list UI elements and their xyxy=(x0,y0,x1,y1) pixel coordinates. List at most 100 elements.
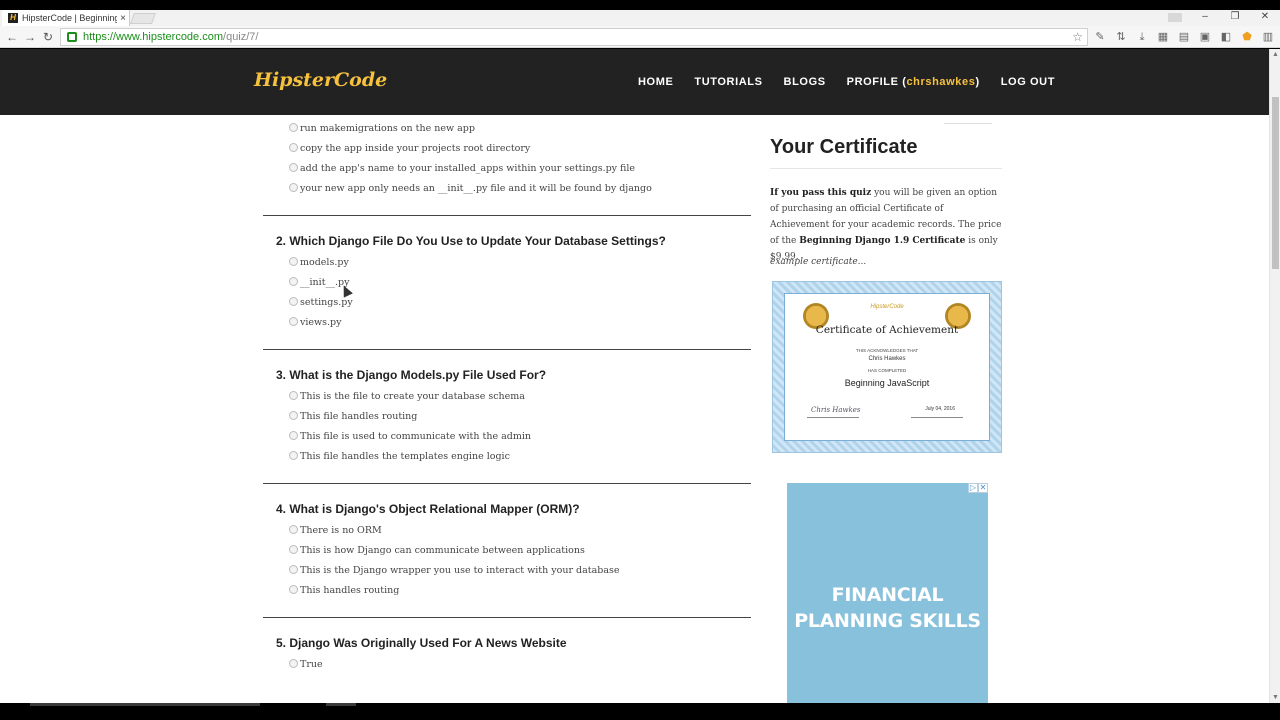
pen-icon[interactable]: ✎ xyxy=(1092,29,1108,45)
radio-button[interactable] xyxy=(289,297,298,306)
app-icon[interactable]: ◧ xyxy=(1218,29,1234,45)
radio-button[interactable] xyxy=(289,183,298,192)
back-icon[interactable]: ← xyxy=(4,29,20,45)
nav-tutorials[interactable]: TUTORIALS xyxy=(694,76,762,88)
radio-button[interactable] xyxy=(289,143,298,152)
tab-close-icon[interactable]: × xyxy=(117,13,129,24)
app-icon[interactable]: ▤ xyxy=(1176,29,1192,45)
quiz-option[interactable]: views.py xyxy=(263,314,751,334)
option-label: This file is used to communicate with th… xyxy=(300,431,532,442)
quiz-option[interactable]: This handles routing xyxy=(263,582,751,602)
ad-headline: FINANCIAL PLANNING SKILLS xyxy=(787,582,988,634)
certificate-inner: HipsterCode Certificate of Achievement T… xyxy=(784,293,990,441)
certificate-image: HipsterCode Certificate of Achievement T… xyxy=(772,281,1002,453)
scrollbar-thumb[interactable] xyxy=(1272,97,1279,269)
reload-icon[interactable]: ↻ xyxy=(40,29,56,45)
sidebar-divider xyxy=(770,168,1002,169)
pentagon-icon[interactable]: ⬟ xyxy=(1239,29,1255,45)
quiz-option[interactable]: True xyxy=(263,656,751,676)
bookmark-star-icon[interactable]: ☆ xyxy=(1072,30,1083,44)
radio-button[interactable] xyxy=(289,451,298,460)
scroll-up-icon[interactable]: ▲ xyxy=(1270,49,1280,60)
radio-button[interactable] xyxy=(289,545,298,554)
forward-icon[interactable]: → xyxy=(22,29,38,45)
nav-blogs[interactable]: BLOGS xyxy=(784,76,826,88)
advertisement[interactable]: ▷ ✕ FINANCIAL PLANNING SKILLS xyxy=(787,483,988,703)
quiz-option[interactable]: models.py xyxy=(263,254,751,274)
quiz-option[interactable]: This file handles routing xyxy=(263,408,751,428)
site-header: HipsterCode HOME TUTORIALS BLOGS PROFILE… xyxy=(0,49,1269,115)
quiz-option[interactable]: This is the Django wrapper you use to in… xyxy=(263,562,751,582)
signature-line xyxy=(807,417,859,418)
page-scrollbar[interactable]: ▲ ▼ xyxy=(1269,49,1280,703)
certificate-signature: Chris Hawkes xyxy=(811,406,861,414)
app-icon[interactable]: ▣ xyxy=(1197,29,1213,45)
ad-close-icon[interactable]: ✕ xyxy=(978,483,988,493)
date-line xyxy=(911,417,963,418)
radio-button[interactable] xyxy=(289,123,298,132)
window-controls: – ❐ ✕ xyxy=(1168,10,1280,26)
address-bar[interactable]: https://www.hipstercode.com /quiz/7/ ☆ xyxy=(60,28,1088,46)
quiz-option[interactable]: This is how Django can communicate betwe… xyxy=(263,542,751,562)
question-title: 4. What is Django's Object Relational Ma… xyxy=(276,502,580,516)
quiz-option[interactable]: run makemigrations on the new app xyxy=(263,120,751,140)
quiz-option[interactable]: settings.py xyxy=(263,294,751,314)
browser-tab[interactable]: H HipsterCode | Beginning × xyxy=(2,10,130,26)
browser-toolbar: ← → ↻ https://www.hipstercode.com /quiz/… xyxy=(0,26,1280,48)
ad-controls: ▷ ✕ xyxy=(968,483,988,493)
quiz-option[interactable]: __init__.py xyxy=(263,274,751,294)
nav-logout[interactable]: LOG OUT xyxy=(1001,76,1055,88)
certificate-course: Beginning JavaScript xyxy=(844,378,930,388)
minimize-icon[interactable]: – xyxy=(1190,10,1220,26)
quiz-option[interactable]: copy the app inside your projects root d… xyxy=(263,140,751,160)
radio-button[interactable] xyxy=(289,585,298,594)
app-icon[interactable]: ▦ xyxy=(1155,29,1171,45)
certificate-description: If you pass this quiz you will be given … xyxy=(770,185,1004,265)
restore-icon[interactable]: ❐ xyxy=(1220,10,1250,26)
description-bold-1: If you pass this quiz xyxy=(770,188,872,198)
radio-button[interactable] xyxy=(289,659,298,668)
radio-button[interactable] xyxy=(289,317,298,326)
close-window-icon[interactable]: ✕ xyxy=(1250,10,1280,26)
quiz-option[interactable]: There is no ORM xyxy=(263,522,751,542)
ad-line-2: PLANNING SKILLS xyxy=(794,610,981,632)
radio-button[interactable] xyxy=(289,565,298,574)
radio-button[interactable] xyxy=(289,411,298,420)
option-label: views.py xyxy=(300,317,342,328)
scroll-down-icon[interactable]: ▼ xyxy=(1270,692,1280,703)
profile-badge-icon[interactable] xyxy=(1168,13,1182,22)
option-label: This file handles routing xyxy=(300,411,418,422)
radio-button[interactable] xyxy=(289,277,298,286)
example-certificate-label: example certificate... xyxy=(770,257,867,267)
quiz-option[interactable]: This file handles the templates engine l… xyxy=(263,448,751,468)
quiz-option[interactable]: This file is used to communicate with th… xyxy=(263,428,751,448)
site-logo[interactable]: HipsterCode xyxy=(254,69,387,91)
option-label: This is the Django wrapper you use to in… xyxy=(300,565,620,576)
quiz-option[interactable]: your new app only needs an __init__.py f… xyxy=(263,180,751,200)
radio-button[interactable] xyxy=(289,257,298,266)
radio-button[interactable] xyxy=(289,525,298,534)
option-label: settings.py xyxy=(300,297,353,308)
arrows-icon[interactable]: ⇅ xyxy=(1113,29,1129,45)
quiz-option[interactable]: This is the file to create your database… xyxy=(263,388,751,408)
download-icon[interactable]: ⤓ xyxy=(1134,29,1150,45)
radio-button[interactable] xyxy=(289,163,298,172)
question-title: 2. Which Django File Do You Use to Updat… xyxy=(276,234,666,248)
nav-profile[interactable]: PROFILE (chrshawkes) xyxy=(847,76,980,88)
radio-button[interactable] xyxy=(289,431,298,440)
adchoices-icon[interactable]: ▷ xyxy=(968,483,978,493)
site-nav: HOME TUTORIALS BLOGS PROFILE (chrshawkes… xyxy=(638,76,1076,88)
option-label: This file handles the templates engine l… xyxy=(300,451,510,462)
nav-username: chrshawkes xyxy=(906,76,976,88)
nav-home[interactable]: HOME xyxy=(638,76,673,88)
quiz-option[interactable]: add the app's name to your installed_app… xyxy=(263,160,751,180)
lock-icon xyxy=(67,32,77,42)
option-label: This handles routing xyxy=(300,585,400,596)
app-icon[interactable]: ▥ xyxy=(1260,29,1276,45)
url-host: https://www.hipstercode.com xyxy=(83,31,224,43)
browser-tab-bar: H HipsterCode | Beginning × – ❐ ✕ xyxy=(0,10,1280,26)
option-label: This is the file to create your database… xyxy=(300,391,525,402)
new-tab-button[interactable] xyxy=(129,13,157,24)
radio-button[interactable] xyxy=(289,391,298,400)
option-label: This is how Django can communicate betwe… xyxy=(300,545,585,556)
